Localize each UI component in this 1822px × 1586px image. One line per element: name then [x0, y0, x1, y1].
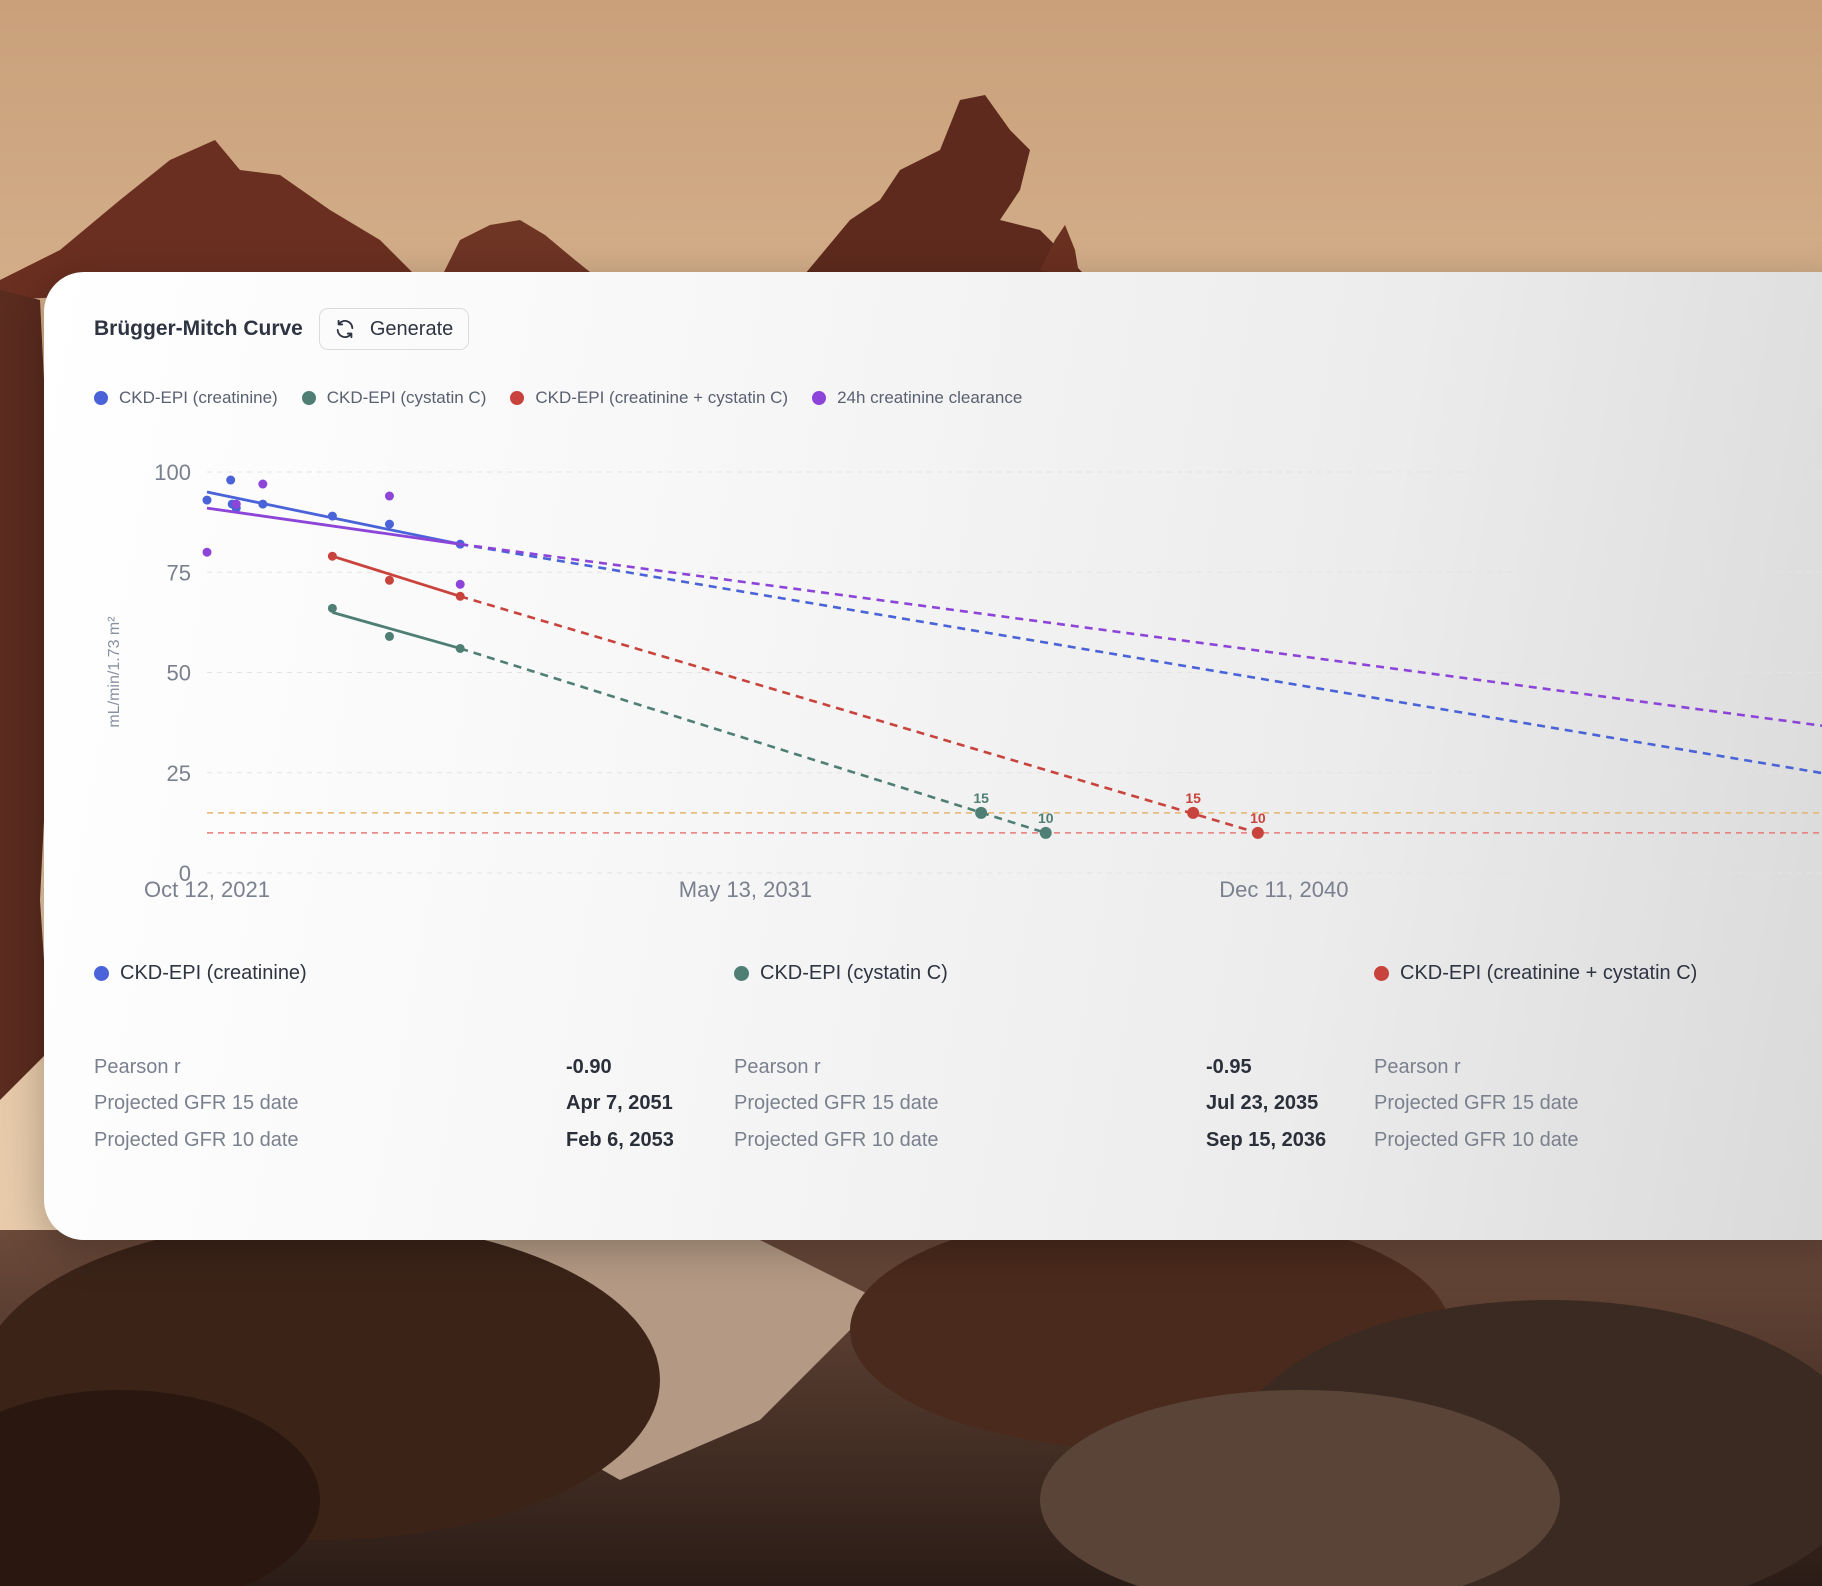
data-point — [384, 491, 394, 501]
data-point — [202, 495, 212, 505]
data-point — [384, 631, 394, 641]
stat-value: Sep 15, 2036 — [1206, 1129, 1327, 1151]
stats-title: CKD-EPI (creatinine) — [120, 962, 307, 984]
stat-value: -0.90 — [566, 1056, 612, 1078]
threshold-marker-label: 10 — [1038, 810, 1054, 826]
data-point — [455, 591, 465, 601]
stat-value: Apr 7, 2051 — [566, 1092, 673, 1114]
y-tick-label: 50 — [167, 661, 191, 686]
data-point — [384, 575, 394, 585]
stat-value: -0.95 — [1206, 1056, 1252, 1078]
data-point — [258, 479, 268, 489]
stats-header: CKD-EPI (creatinine) — [94, 962, 684, 985]
y-tick-label: 75 — [167, 560, 191, 585]
threshold-marker-label: 15 — [973, 790, 989, 806]
data-point — [327, 603, 337, 613]
stat-label: Pearson r — [1374, 1056, 1461, 1078]
threshold-marker — [975, 806, 988, 819]
stat-label: Projected GFR 10 date — [1374, 1129, 1579, 1151]
stats-combined: CKD-EPI (creatinine + cystatin C) Pearso… — [1374, 962, 1822, 1151]
stat-value: Jul 23, 2035 — [1206, 1092, 1319, 1114]
gfr-chart: 0255075100Oct 12, 2021 May 13, 2031 Dec 11… — [106, 460, 1822, 902]
data-point — [202, 547, 212, 557]
curve-panel: Brügger-Mitch Curve Generate CKD-EPI (cr… — [44, 272, 1822, 1240]
stat-label: Projected GFR 10 date — [734, 1129, 939, 1151]
trend-line — [331, 611, 461, 650]
stats-header: CKD-EPI (cystatin C) — [734, 962, 1324, 985]
data-point — [384, 519, 394, 529]
data-point — [226, 475, 236, 485]
y-axis-label: mL/min/1.73 m² — [106, 616, 123, 728]
x-tick-label: Oct 12, 2021 — [144, 877, 270, 902]
data-point — [327, 551, 337, 561]
stat-label: Pearson r — [734, 1056, 821, 1078]
threshold-marker — [1187, 806, 1200, 819]
stat-label: Projected GFR 15 date — [94, 1092, 299, 1114]
series-24h-creatinine-clearance — [202, 479, 1822, 728]
data-point — [455, 643, 465, 653]
threshold-marker — [1251, 826, 1264, 839]
data-point — [231, 499, 241, 509]
x-tick-label: May 13, 2031 — [679, 877, 812, 902]
stats-creatinine: CKD-EPI (creatinine) Pearson r -0.90 Pro… — [94, 962, 684, 1151]
stat-label: Projected GFR 15 date — [734, 1092, 939, 1114]
threshold-marker — [1039, 826, 1052, 839]
stats-swatch — [94, 966, 109, 981]
stat-label: Projected GFR 10 date — [94, 1129, 299, 1151]
series-ckd-epi-creatinine- — [202, 475, 1822, 775]
y-tick-label: 25 — [167, 761, 191, 786]
stats-title: CKD-EPI (creatinine + cystatin C) — [1400, 962, 1698, 984]
stats-header: CKD-EPI (creatinine + cystatin C) — [1374, 962, 1822, 985]
series-ckd-epi-cystatin-c-: 1510 — [327, 603, 1054, 839]
x-tick-label: Dec 11, 2040 — [1219, 877, 1348, 902]
threshold-marker-label: 10 — [1250, 810, 1266, 826]
stats-cystatin: CKD-EPI (cystatin C) Pearson r -0.95 Pro… — [734, 962, 1326, 1151]
stat-value: Feb 6, 2053 — [566, 1129, 674, 1151]
threshold-marker-label: 15 — [1185, 790, 1201, 806]
data-point — [455, 579, 465, 589]
stat-label: Projected GFR 15 date — [1374, 1092, 1579, 1114]
stats-swatch — [1374, 966, 1389, 981]
series-ckd-epi-creatinine-cystatin-c-: 1510 — [327, 551, 1266, 839]
projection-line — [460, 542, 1822, 775]
stats-title: CKD-EPI (cystatin C) — [760, 962, 948, 984]
data-point — [258, 499, 268, 509]
stat-label: Pearson r — [94, 1056, 181, 1078]
trend-line — [331, 554, 461, 598]
projection-line — [459, 595, 1259, 835]
data-point — [327, 511, 337, 521]
stats-swatch — [734, 966, 749, 981]
y-tick-label: 100 — [154, 460, 191, 485]
projection-line — [459, 647, 1047, 835]
